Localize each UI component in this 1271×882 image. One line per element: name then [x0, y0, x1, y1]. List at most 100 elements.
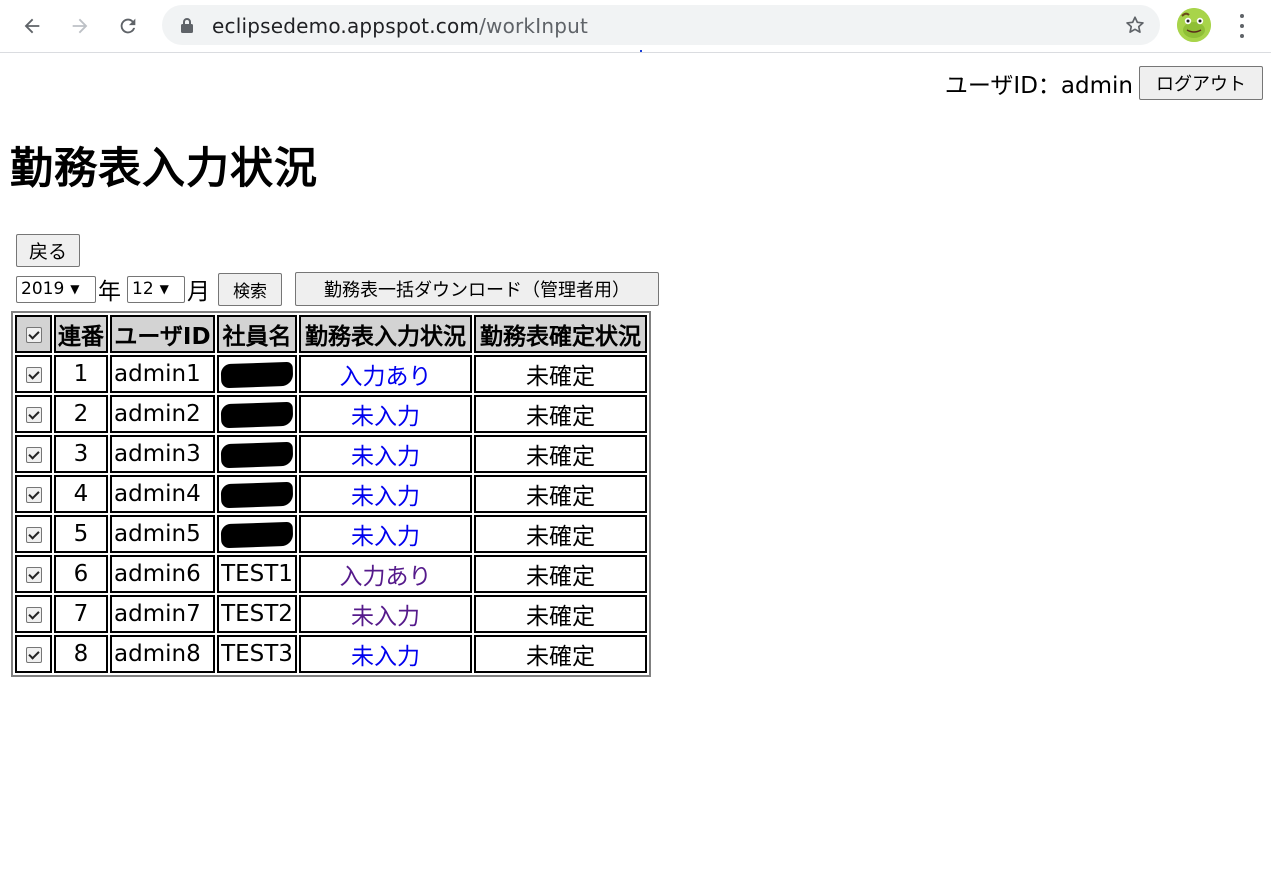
row-user-id: admin5 [110, 515, 215, 553]
header-confirm-status: 勤務表確定状況 [474, 315, 647, 353]
profile-avatar-icon[interactable] [1177, 8, 1211, 42]
page-title: 勤務表入力状況 [10, 144, 318, 194]
row-employee-name [217, 475, 297, 513]
row-user-id: admin7 [110, 595, 215, 633]
row-checkbox[interactable] [25, 646, 42, 663]
row-employee-name: TEST1 [217, 555, 297, 593]
month-select-value: 12 [132, 279, 154, 299]
url-host: eclipsedemo.appspot.com [212, 14, 480, 38]
user-id-label: ユーザID：admin [944, 73, 1133, 99]
row-confirm-status: 未確定 [474, 355, 647, 393]
row-checkbox-cell [15, 435, 52, 473]
filter-row: 2019 ▼ 年 12 ▼ 月 検索 勤務表一括ダウンロード（管理者用） [16, 272, 659, 306]
reload-icon[interactable] [112, 10, 144, 42]
search-button[interactable]: 検索 [218, 272, 282, 306]
input-status-link[interactable]: 未入力 [351, 484, 420, 510]
row-user-id: admin2 [110, 395, 215, 433]
row-checkbox-cell [15, 395, 52, 433]
row-employee-name [217, 515, 297, 553]
input-status-link[interactable]: 未入力 [351, 644, 420, 670]
row-no: 4 [54, 475, 108, 513]
user-bar: ユーザID：admin ログアウト [945, 66, 1263, 100]
month-select[interactable]: 12 ▼ [127, 275, 185, 303]
row-input-status: 未入力 [299, 475, 472, 513]
row-checkbox[interactable] [25, 606, 42, 623]
input-status-link[interactable]: 入力あり [340, 364, 432, 390]
year-unit-label: 年 [98, 279, 121, 305]
row-user-id: admin3 [110, 435, 215, 473]
row-confirm-status: 未確定 [474, 515, 647, 553]
row-user-id: admin6 [110, 555, 215, 593]
table-header-row: 連番 ユーザID 社員名 勤務表入力状況 勤務表確定状況 [15, 315, 647, 353]
bulk-download-button[interactable]: 勤務表一括ダウンロード（管理者用） [295, 272, 659, 306]
redacted-name [220, 361, 294, 388]
row-input-status: 入力あり [299, 555, 472, 593]
row-user-id: admin4 [110, 475, 215, 513]
select-all-checkbox[interactable] [25, 326, 42, 343]
row-employee-name [217, 395, 297, 433]
row-employee-name [217, 355, 297, 393]
work-input-table: 連番 ユーザID 社員名 勤務表入力状況 勤務表確定状況 1 admin1 入力… [11, 311, 651, 677]
redacted-name [220, 521, 294, 548]
address-bar[interactable]: eclipsedemo.appspot.com/workInput [162, 5, 1160, 45]
month-unit-label: 月 [187, 279, 210, 305]
row-confirm-status: 未確定 [474, 475, 647, 513]
back-arrow-icon[interactable] [16, 10, 48, 42]
header-user-id: ユーザID [110, 315, 215, 353]
back-button[interactable]: 戻る [16, 234, 80, 267]
row-checkbox[interactable] [25, 486, 42, 503]
table-row: 8 admin8 TEST3 未入力 未確定 [15, 635, 647, 673]
table-row: 3 admin3 未入力 未確定 [15, 435, 647, 473]
select-all-cell [15, 315, 52, 353]
input-status-link[interactable]: 未入力 [351, 524, 420, 550]
row-input-status: 入力あり [299, 355, 472, 393]
logout-button[interactable]: ログアウト [1139, 66, 1263, 100]
input-status-link[interactable]: 入力あり [340, 564, 432, 590]
header-employee-name: 社員名 [217, 315, 297, 353]
row-input-status: 未入力 [299, 395, 472, 433]
url-path: /workInput [479, 14, 589, 38]
row-user-id: admin1 [110, 355, 215, 393]
loading-indicator [640, 50, 642, 52]
input-status-link[interactable]: 未入力 [351, 404, 420, 430]
year-select-value: 2019 [21, 279, 65, 299]
row-employee-name: TEST3 [217, 635, 297, 673]
row-input-status: 未入力 [299, 595, 472, 633]
row-input-status: 未入力 [299, 435, 472, 473]
browser-toolbar: eclipsedemo.appspot.com/workInput [0, 0, 1271, 53]
table-row: 5 admin5 未入力 未確定 [15, 515, 647, 553]
row-checkbox[interactable] [25, 366, 42, 383]
redacted-name [220, 441, 294, 468]
header-no: 連番 [54, 315, 108, 353]
row-no: 7 [54, 595, 108, 633]
row-no: 2 [54, 395, 108, 433]
row-checkbox[interactable] [25, 566, 42, 583]
forward-arrow-icon[interactable] [64, 10, 96, 42]
row-confirm-status: 未確定 [474, 435, 647, 473]
row-checkbox[interactable] [25, 406, 42, 423]
input-status-link[interactable]: 未入力 [351, 444, 420, 470]
table-row: 4 admin4 未入力 未確定 [15, 475, 647, 513]
input-status-link[interactable]: 未入力 [351, 604, 420, 630]
redacted-name [220, 481, 294, 508]
row-no: 1 [54, 355, 108, 393]
table-row: 6 admin6 TEST1 入力あり 未確定 [15, 555, 647, 593]
row-employee-name: TEST2 [217, 595, 297, 633]
star-icon[interactable] [1124, 14, 1146, 36]
row-checkbox[interactable] [25, 526, 42, 543]
row-checkbox-cell [15, 635, 52, 673]
row-checkbox[interactable] [25, 446, 42, 463]
redacted-name [220, 401, 294, 428]
lock-icon [181, 18, 193, 33]
row-confirm-status: 未確定 [474, 595, 647, 633]
url-text: eclipsedemo.appspot.com/workInput [212, 14, 588, 38]
row-no: 6 [54, 555, 108, 593]
table-row: 1 admin1 入力あり 未確定 [15, 355, 647, 393]
row-user-id: admin8 [110, 635, 215, 673]
row-confirm-status: 未確定 [474, 635, 647, 673]
row-checkbox-cell [15, 515, 52, 553]
year-select[interactable]: 2019 ▼ [16, 275, 96, 303]
dropdown-arrow-icon: ▼ [70, 282, 80, 296]
menu-kebab-icon[interactable] [1229, 12, 1255, 40]
row-no: 3 [54, 435, 108, 473]
